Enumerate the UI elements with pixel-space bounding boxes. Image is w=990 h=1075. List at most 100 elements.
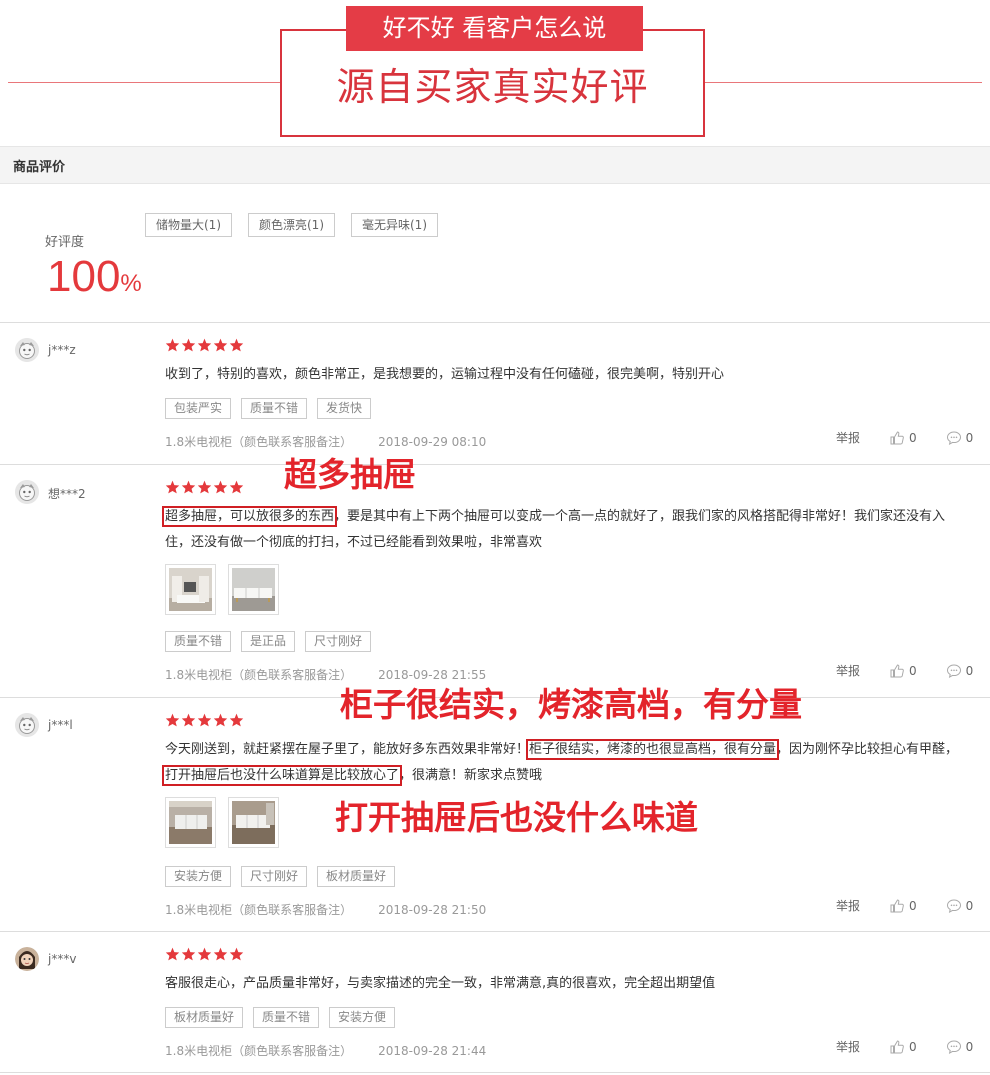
review-tag: 质量不错 — [253, 1007, 320, 1028]
review-tag: 尺寸刚好 — [241, 866, 308, 887]
section-header: 商品评价 — [0, 146, 990, 184]
review-text: 收到了，特别的喜欢，颜色非常正，是我想要的，运输过程中没有任何磕碰，很完美啊，特… — [165, 367, 725, 382]
star-icon — [229, 947, 244, 961]
report-link[interactable]: 举报 — [836, 1038, 860, 1055]
star-icon — [229, 480, 244, 494]
review-actions: 举报 0 0 — [836, 1038, 973, 1055]
username[interactable]: j***l — [48, 718, 73, 732]
review-text: 客服很走心，产品质量非常好，与卖家描述的完全一致，非常满意,真的很喜欢，完全超出… — [165, 976, 716, 991]
comment-icon — [946, 898, 962, 914]
review-actions: 举报 0 0 — [836, 662, 973, 679]
review-tag: 板材质量好 — [165, 1007, 244, 1028]
star-icon — [181, 947, 196, 961]
highlight-box: 打开抽屉后也没什么味道算是比较放心了 — [161, 765, 403, 786]
summary-tag[interactable]: 储物量大(1) — [145, 213, 232, 237]
username[interactable]: j***z — [48, 343, 76, 357]
review-item: j***z 收到了，特别的喜欢，颜色非常正，是我想要的，运输过程中没有任何磕碰，… — [0, 323, 990, 464]
product-photo[interactable] — [165, 797, 216, 848]
review-text-part: ，很满意！新家求点赞哦 — [399, 768, 543, 783]
product-variant: 1.8米电视柜（颜色联系客服备注） — [165, 1044, 353, 1058]
report-link[interactable]: 举报 — [836, 897, 860, 914]
thumbs-up-icon — [889, 430, 905, 446]
star-icon — [229, 713, 244, 727]
user-avatar-icon — [15, 947, 39, 971]
review-tags: 板材质量好 质量不错 安装方便 — [165, 1007, 396, 1028]
like-count: 0 — [909, 1039, 917, 1054]
like-button[interactable]: 0 — [889, 430, 917, 446]
star-icon — [165, 947, 180, 961]
star-icon — [197, 947, 212, 961]
report-link[interactable]: 举报 — [836, 429, 860, 446]
username[interactable]: j***v — [48, 952, 76, 966]
review-tag: 板材质量好 — [317, 866, 396, 887]
review-actions: 举报 0 0 — [836, 897, 973, 914]
highlight-box: 超多抽屉，可以放很多的东西 — [161, 506, 338, 527]
review-meta: 1.8米电视柜（颜色联系客服备注） 2018-09-28 21:55 — [165, 666, 486, 683]
star-icon — [213, 713, 228, 727]
review-tag: 质量不错 — [165, 631, 232, 652]
product-variant: 1.8米电视柜（颜色联系客服备注） — [165, 903, 353, 917]
product-photo[interactable] — [228, 564, 279, 615]
like-button[interactable]: 0 — [889, 898, 917, 914]
banner-divider-right — [705, 82, 982, 83]
star-icon — [213, 338, 228, 352]
comment-icon — [946, 430, 962, 446]
like-count: 0 — [909, 898, 917, 913]
star-icon — [213, 480, 228, 494]
default-avatar-icon — [15, 480, 39, 504]
thumbs-up-icon — [889, 1039, 905, 1055]
comment-button[interactable]: 0 — [946, 663, 974, 679]
divider — [0, 1072, 990, 1073]
review-date: 2018-09-29 08:10 — [378, 435, 487, 449]
banner-title: 源自买家真实好评 — [336, 65, 649, 109]
product-photo[interactable] — [228, 797, 279, 848]
banner-tag: 好不好 看客户怎么说 — [346, 6, 643, 51]
review-tag: 质量不错 — [241, 398, 308, 419]
star-icon — [181, 480, 196, 494]
review-item: 想***2 超多抽屉，可以放很多的东西，要是其中有上下两个抽屉可以变成一个高一点… — [0, 465, 990, 697]
product-variant: 1.8米电视柜（颜色联系客服备注） — [165, 435, 353, 449]
summary-tag[interactable]: 毫无异味(1) — [351, 213, 438, 237]
star-icon — [165, 713, 180, 727]
review-tags: 包装严实 质量不错 发货快 — [165, 398, 372, 419]
review-text-part: 今天刚送到，就赶紧摆在屋子里了，能放好多东西效果非常好！ — [165, 742, 530, 757]
comment-count: 0 — [965, 898, 974, 913]
comment-count: 0 — [965, 1039, 974, 1054]
rate-unit: % — [120, 270, 142, 297]
comment-icon — [946, 663, 962, 679]
review-text-part: ，因为刚怀孕比较担心有甲醛， — [776, 742, 959, 757]
like-button[interactable]: 0 — [889, 1039, 917, 1055]
rating-stars — [165, 338, 244, 352]
review-tag: 发货快 — [317, 398, 372, 419]
rating-stars — [165, 947, 244, 961]
product-photo[interactable] — [165, 564, 216, 615]
review-text: 超多抽屉，可以放很多的东西，要是其中有上下两个抽屉可以变成一个高一点的就好了，跟… — [161, 504, 970, 556]
star-icon — [181, 713, 196, 727]
banner-divider-left — [8, 82, 280, 83]
summary-tags: 储物量大(1) 颜色漂亮(1) 毫无异味(1) — [145, 213, 438, 237]
comment-button[interactable]: 0 — [946, 430, 973, 446]
comment-button[interactable]: 0 — [946, 1039, 974, 1055]
summary-tag[interactable]: 颜色漂亮(1) — [248, 213, 335, 237]
comment-button[interactable]: 0 — [946, 898, 974, 914]
review-tags: 安装方便 尺寸刚好 板材质量好 — [165, 866, 396, 887]
annotation-solid: 柜子很结实，烤漆高档，有分量 — [340, 685, 802, 724]
like-count: 0 — [909, 430, 917, 445]
thumbs-up-icon — [889, 898, 905, 914]
review-date: 2018-09-28 21:44 — [378, 1044, 487, 1058]
rate-value: 100% — [47, 252, 142, 309]
review-tag: 尺寸刚好 — [305, 631, 372, 652]
review-date: 2018-09-28 21:55 — [378, 668, 487, 682]
review-tag: 安装方便 — [329, 1007, 396, 1028]
like-button[interactable]: 0 — [889, 663, 917, 679]
star-icon — [197, 480, 212, 494]
report-link[interactable]: 举报 — [836, 662, 860, 679]
rate-number: 100 — [47, 252, 121, 301]
username[interactable]: 想***2 — [48, 485, 86, 502]
thumbs-up-icon — [889, 663, 905, 679]
review-meta: 1.8米电视柜（颜色联系客服备注） 2018-09-28 21:44 — [165, 1042, 486, 1059]
review-actions: 举报 0 0 — [836, 429, 973, 446]
comment-count: 0 — [965, 663, 974, 678]
section-title: 商品评价 — [13, 160, 66, 175]
star-icon — [197, 713, 212, 727]
